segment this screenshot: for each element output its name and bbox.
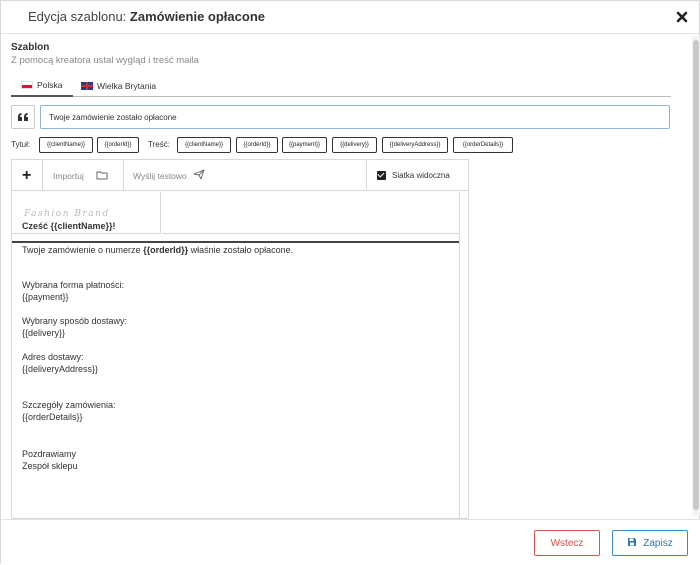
import-button[interactable]: Importuj (53, 160, 108, 191)
mail-payment-label: Wybrana forma płatności: (22, 280, 124, 290)
body-var-chip[interactable]: {{deliveryAddress}} (382, 137, 448, 153)
mail-signature: Zespół sklepu (22, 461, 78, 471)
mail-greeting: Cześć {{clientName}}! (22, 221, 116, 231)
toolbar-divider (123, 160, 124, 191)
flag-uk-icon (81, 82, 93, 90)
language-tabs: Polska Wielka Brytania (11, 75, 671, 97)
body-var-chip[interactable]: {{orderDetails}} (453, 137, 513, 153)
import-label: Importuj (53, 170, 84, 181)
send-icon (193, 169, 205, 182)
add-block-button[interactable]: + (22, 160, 31, 191)
grid-visible-checkbox[interactable] (377, 171, 386, 180)
save-button[interactable]: Zapisz (612, 530, 688, 556)
mail-line-paid: Twoje zamówienie o numerze {{orderId}} w… (22, 244, 293, 256)
mail-regards: Pozdrawiamy (22, 449, 77, 459)
body-var-chip[interactable]: {{payment}} (282, 137, 327, 153)
modal-title: Edycja szablonu: Zamówienie opłacone (28, 9, 265, 24)
mail-details-label: Szczegóły zamówienia: (22, 400, 116, 410)
grid-visible-label: Siatka widoczna (392, 171, 450, 180)
section-subtitle: Z pomocą kreatora ustal wygląd i treść m… (11, 55, 199, 66)
email-canvas: Fashion Brand Cześć {{clientName}}! Twoj… (12, 192, 459, 518)
brand-logo: Fashion Brand (24, 209, 110, 219)
flag-poland-icon (21, 81, 33, 89)
editor-toolbar: + Importuj Wyślij testowo Siatka widoczn… (12, 160, 468, 191)
tab-label: Polska (37, 80, 63, 90)
body-vars-label: Treść: (148, 140, 170, 149)
mail-var: {{orderId}} (143, 245, 189, 255)
floppy-disk-icon (627, 537, 637, 550)
template-edit-modal: Edycja szablonu: Zamówienie opłacone Sza… (0, 0, 700, 565)
mail-address-label: Adres dostawy: (22, 352, 84, 362)
grid-visible-toggle[interactable]: Siatka widoczna (366, 160, 468, 191)
modal-header: Edycja szablonu: Zamówienie opłacone (1, 1, 700, 34)
modal-title-name: Zamówienie opłacone (129, 9, 265, 24)
mail-text: Twoje zamówienie o numerze (22, 245, 144, 255)
quote-icon (11, 105, 35, 129)
body-var-chip[interactable]: {{delivery}} (332, 137, 377, 153)
canvas-right-border (459, 192, 460, 518)
send-test-label: Wyślij testowo (133, 170, 187, 181)
modal-title-prefix: Edycja szablonu: (28, 9, 130, 24)
mail-delivery-var: {{delivery}} (22, 328, 66, 338)
back-button[interactable]: Wstecz (534, 530, 600, 556)
scrollbar-thumb[interactable] (693, 40, 699, 510)
back-button-label: Wstecz (550, 537, 584, 549)
title-var-chip[interactable]: {{orderId}} (97, 137, 139, 153)
body-var-chip[interactable]: {{clientName}} (177, 137, 231, 153)
mail-address-var: {{deliveryAddress}} (22, 364, 99, 374)
body-var-chip[interactable]: {{orderId}} (236, 137, 278, 153)
plus-icon: + (22, 166, 32, 184)
modal-scrollbar[interactable] (692, 36, 700, 516)
mail-delivery-label: Wybrany sposób dostawy: (22, 316, 127, 326)
subject-input[interactable] (40, 105, 670, 129)
title-vars-label: Tytuł: (11, 140, 31, 149)
mail-details-var: {{orderDetails}} (22, 412, 83, 422)
title-var-chip[interactable]: {{clientName}} (39, 137, 93, 153)
folder-icon (96, 170, 108, 182)
tab-label: Wielka Brytania (97, 81, 157, 91)
send-test-button[interactable]: Wyślij testowo (133, 160, 205, 191)
save-button-label: Zapisz (643, 537, 673, 549)
mail-editor: + Importuj Wyślij testowo Siatka widoczn… (11, 159, 469, 519)
tab-wielka-brytania[interactable]: Wielka Brytania (71, 75, 166, 97)
section-title: Szablon (11, 42, 50, 53)
toolbar-divider (42, 160, 43, 191)
header-empty-block[interactable] (162, 192, 459, 234)
mail-text: właśnie zostało opłacone. (188, 245, 294, 255)
tab-polska[interactable]: Polska (11, 75, 73, 97)
mail-payment-var: {{payment}} (22, 292, 69, 302)
close-icon[interactable] (672, 7, 692, 27)
divider-line (12, 241, 459, 243)
